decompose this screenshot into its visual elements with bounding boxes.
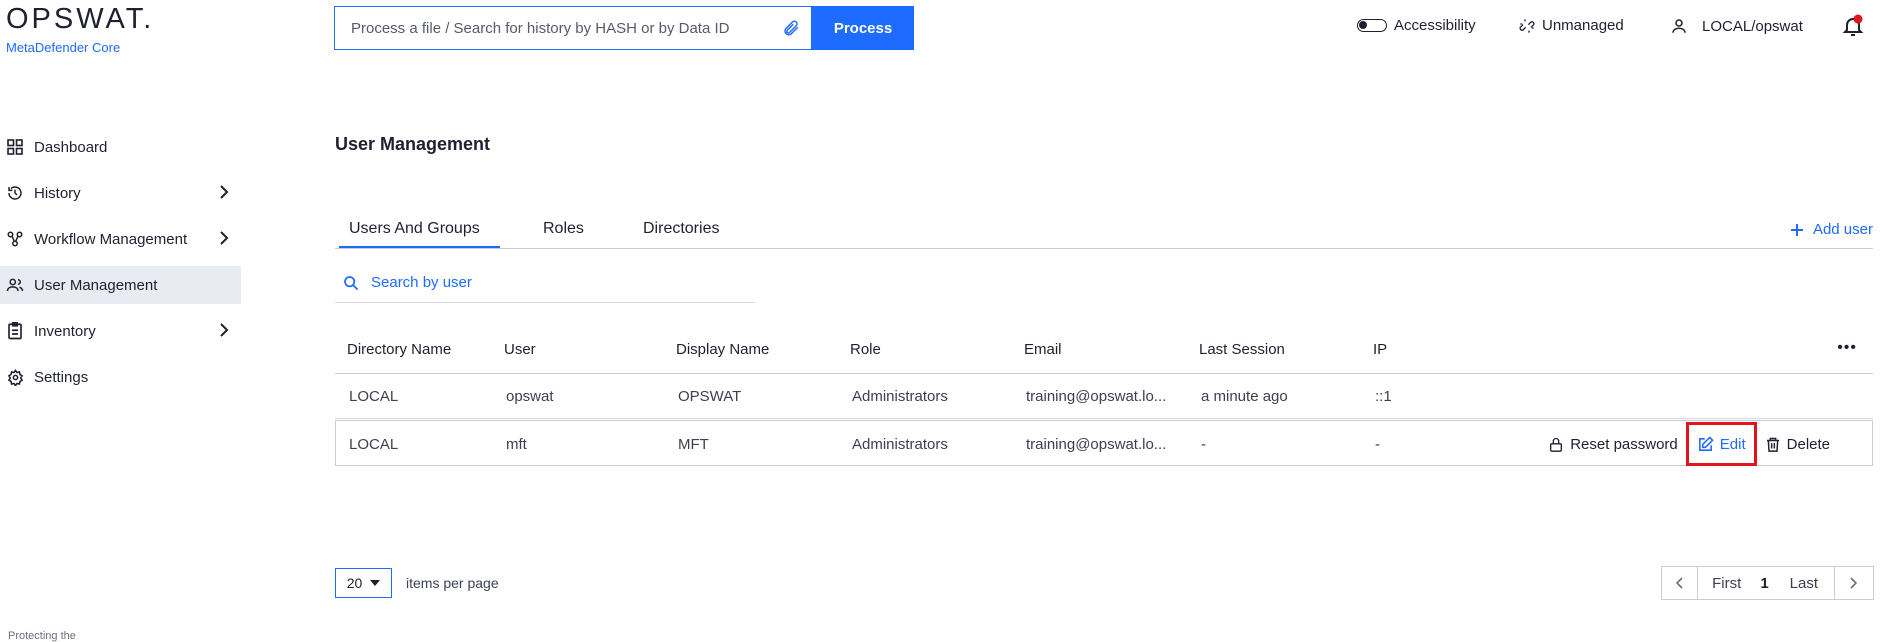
table-row[interactable]: LOCAL mft MFT Administrators training@op…: [335, 420, 1873, 466]
global-search-placeholder: Process a file / Search for history by H…: [351, 19, 730, 37]
edit-icon: [1698, 435, 1714, 451]
cell-display-name: OPSWAT: [678, 388, 742, 405]
users-icon: [6, 276, 24, 294]
user-icon: [1670, 17, 1688, 35]
items-per-page-label: items per page: [406, 575, 499, 591]
sidebar-item-label: Inventory: [34, 322, 96, 340]
delete-label: Delete: [1786, 435, 1830, 453]
unmanaged-label: Unmanaged: [1542, 17, 1624, 34]
grid-icon: [6, 138, 24, 156]
sidebar-footer-tagline: Protecting the: [8, 630, 76, 642]
chevron-right-icon: [1850, 577, 1858, 589]
sidebar-item-label: User Management: [34, 276, 158, 294]
add-user-button[interactable]: Add user: [1790, 221, 1873, 238]
sidebar-item-label: History: [34, 184, 81, 202]
reset-password-label: Reset password: [1570, 435, 1678, 453]
clipboard-icon: [6, 322, 24, 340]
chevron-right-icon: [219, 185, 229, 199]
plus-icon: [1790, 223, 1804, 237]
current-page[interactable]: 1: [1756, 567, 1774, 599]
chevron-right-icon: [219, 231, 229, 245]
caret-down-icon: [370, 580, 381, 586]
more-options-icon[interactable]: •••: [1837, 339, 1857, 357]
cell-directory-name: LOCAL: [349, 436, 399, 453]
last-page-button[interactable]: Last: [1773, 567, 1834, 599]
attach-file-icon[interactable]: [771, 19, 811, 37]
workflow-icon: [6, 230, 24, 248]
edit-label: Edit: [1719, 435, 1746, 453]
global-search-input[interactable]: Process a file / Search for history by H…: [334, 6, 812, 50]
sidebar-item-user-management[interactable]: User Management: [0, 266, 241, 304]
brand-logo[interactable]: OPSWAT. MetaDefender Core: [6, 4, 154, 55]
tab-bar: Users And Groups Roles Directories Add u…: [335, 220, 1873, 249]
cell-display-name: MFT: [678, 436, 709, 453]
pagination: First 1 Last: [1661, 566, 1874, 600]
accessibility-toggle[interactable]: Accessibility: [1357, 17, 1476, 34]
cell-user: opswat: [506, 388, 554, 405]
items-per-page: 20 items per page: [335, 568, 499, 598]
user-menu[interactable]: LOCAL/opswat: [1670, 17, 1803, 35]
gear-icon: [6, 368, 24, 386]
cell-directory-name: LOCAL: [349, 388, 399, 405]
delete-button[interactable]: Delete: [1759, 434, 1836, 455]
user-search-placeholder: Search by user: [371, 274, 472, 291]
cell-role: Administrators: [852, 436, 948, 453]
trash-icon: [1766, 437, 1779, 452]
column-header-ip[interactable]: IP: [1373, 341, 1387, 358]
sidebar-item-label: Settings: [34, 368, 89, 386]
page-title: User Management: [335, 134, 491, 154]
sidebar-item-history[interactable]: History: [0, 174, 241, 212]
cell-user: mft: [506, 436, 527, 453]
items-per-page-value: 20: [346, 575, 363, 591]
unmanaged-status[interactable]: Unmanaged: [1519, 17, 1624, 34]
items-per-page-select[interactable]: 20: [335, 568, 392, 598]
sidebar-item-label: Workflow Management: [34, 230, 188, 248]
user-search-input[interactable]: Search by user: [335, 263, 755, 303]
edit-button[interactable]: Edit: [1685, 422, 1757, 466]
cell-email: training@opswat.lo...: [1026, 388, 1167, 405]
logo-wordmark: OPSWAT.: [6, 3, 155, 35]
column-header-display-name[interactable]: Display Name: [676, 341, 769, 358]
product-name: MetaDefender Core: [6, 40, 121, 55]
column-header-role[interactable]: Role: [850, 341, 881, 358]
sidebar-item-settings[interactable]: Settings: [0, 358, 241, 396]
unlink-icon: [1519, 18, 1535, 34]
process-button[interactable]: Process: [812, 6, 914, 50]
search-icon: [343, 275, 359, 291]
user-label: LOCAL/opswat: [1702, 17, 1803, 35]
history-icon: [6, 184, 24, 202]
table-header: Directory Name User Display Name Role Em…: [335, 333, 1873, 374]
notifications-bell-icon[interactable]: [1841, 14, 1865, 38]
cell-ip: ::1: [1375, 388, 1392, 405]
column-header-email[interactable]: Email: [1024, 341, 1062, 358]
add-user-label: Add user: [1812, 221, 1873, 238]
table-row[interactable]: LOCAL opswat OPSWAT Administrators train…: [335, 373, 1873, 419]
cell-role: Administrators: [852, 388, 948, 405]
sidebar-item-label: Dashboard: [34, 138, 108, 156]
column-header-user[interactable]: User: [504, 341, 536, 358]
tab-roles[interactable]: Roles: [543, 220, 584, 248]
chevron-left-icon: [1676, 577, 1683, 589]
accessibility-label: Accessibility: [1394, 17, 1476, 34]
column-header-directory-name[interactable]: Directory Name: [347, 341, 451, 358]
chevron-right-icon: [219, 323, 229, 337]
cell-last-session: -: [1201, 436, 1206, 453]
cell-last-session: a minute ago: [1201, 388, 1288, 405]
column-header-last-session[interactable]: Last Session: [1199, 341, 1285, 358]
sidebar-item-inventory[interactable]: Inventory: [0, 312, 241, 350]
cell-email: training@opswat.lo...: [1026, 436, 1167, 453]
tab-directories[interactable]: Directories: [643, 220, 719, 248]
cell-ip: -: [1375, 436, 1380, 453]
sidebar-item-dashboard[interactable]: Dashboard: [0, 128, 241, 166]
sidebar-item-workflow-management[interactable]: Workflow Management: [0, 220, 241, 258]
row-actions: Reset password Edit Delete: [1542, 422, 1836, 466]
toggle-switch-icon: [1357, 19, 1387, 32]
previous-page-button[interactable]: [1662, 567, 1697, 599]
reset-password-button[interactable]: Reset password: [1542, 434, 1684, 455]
lock-icon: [1550, 437, 1563, 452]
tab-users-and-groups[interactable]: Users And Groups: [339, 220, 500, 248]
sidebar-nav: Dashboard History Workflow Management Us…: [0, 128, 241, 404]
next-page-button[interactable]: [1835, 567, 1873, 599]
first-page-button[interactable]: First: [1698, 567, 1756, 599]
